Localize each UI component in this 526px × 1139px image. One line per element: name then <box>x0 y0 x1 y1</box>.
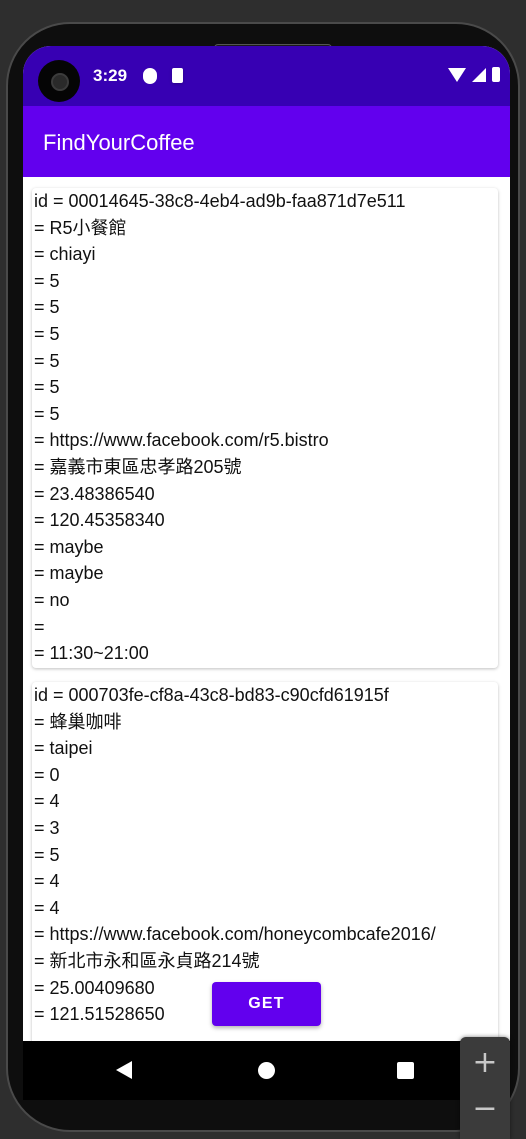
zoom-in-button[interactable]: + <box>460 1039 510 1087</box>
cafe-field-text: = maybe <box>34 536 104 557</box>
cafe-field-text: = no <box>34 589 70 610</box>
cafe-field-text: = https://www.facebook.com/r5.bistro <box>34 430 329 451</box>
cafe-field-text: = maybe <box>34 563 104 584</box>
cafe-field-text: = 5 <box>34 377 60 398</box>
cafe-field-text: = 5 <box>34 350 60 371</box>
cafe-field-text: = chiayi <box>34 244 96 265</box>
cafe-field-text: = 蜂巢咖啡 <box>34 711 122 732</box>
cafe-field-text: = 3 <box>34 817 60 838</box>
cafe-field-text: = 新北市永和區永貞路214號 <box>34 950 260 971</box>
cafe-field-text: = 23.48386540 <box>34 483 155 504</box>
app-title: FindYourCoffee <box>43 130 195 155</box>
cafe-field-text: = 5 <box>34 403 60 424</box>
status-time: 3:29 <box>93 66 128 85</box>
battery-icon <box>492 67 500 82</box>
cafe-field-text: = 5 <box>34 323 60 344</box>
cafe-field-text: = 5 <box>34 297 60 318</box>
navigation-bar <box>23 1041 510 1100</box>
sd-card-icon <box>172 68 183 83</box>
home-icon[interactable] <box>258 1062 275 1079</box>
cafe-field-text: = 120.45358340 <box>34 510 165 531</box>
wifi-icon <box>448 68 466 82</box>
signal-icon <box>472 68 486 82</box>
recents-icon[interactable] <box>397 1062 414 1079</box>
cafe-card[interactable]: id = 00014645-38c8-4eb4-ad9b-faa871d7e51… <box>32 188 498 668</box>
cafe-field-text: = <box>34 616 45 637</box>
cafe-field-text: = https://www.facebook.com/honeycombcafe… <box>34 924 436 945</box>
cafe-card-lines: id = 000703fe-cf8a-43c8-bd83-c90cfd61915… <box>32 682 498 1028</box>
status-icons <box>448 67 500 82</box>
cafe-field-text: = 5 <box>34 270 60 291</box>
emulator-zoom-controls: + − <box>460 1037 510 1139</box>
zoom-out-button[interactable]: − <box>460 1085 510 1133</box>
notification-icon <box>143 68 157 84</box>
cafe-list[interactable]: id = 00014645-38c8-4eb4-ad9b-faa871d7e51… <box>23 177 510 1041</box>
phone-screen: 3:29 FindYourCoffee id = 00014645-38c8-4… <box>23 46 510 1100</box>
cafe-id-text: id = 000703fe-cf8a-43c8-bd83-c90cfd61915… <box>34 685 389 705</box>
cafe-id-text: id = 00014645-38c8-4eb4-ad9b-faa871d7e51… <box>34 191 406 211</box>
get-button[interactable]: GET <box>212 982 321 1026</box>
front-camera <box>38 60 80 102</box>
cafe-field-text: = 4 <box>34 871 60 892</box>
device-frame: 3:29 FindYourCoffee id = 00014645-38c8-4… <box>0 0 526 1139</box>
back-icon[interactable] <box>116 1061 132 1079</box>
cafe-field-text: = 4 <box>34 897 60 918</box>
cafe-field-text: = 11:30~21:00 <box>34 643 149 664</box>
cafe-field-text: = R5小餐館 <box>34 217 127 238</box>
cafe-field-text: = 5 <box>34 844 60 865</box>
cafe-card-lines: id = 00014645-38c8-4eb4-ad9b-faa871d7e51… <box>32 188 498 667</box>
app-bar: FindYourCoffee <box>23 106 510 177</box>
cafe-field-text: = taipei <box>34 738 93 759</box>
cafe-field-text: = 4 <box>34 791 60 812</box>
status-bar: 3:29 <box>23 46 510 106</box>
cafe-field-text: = 嘉義市東區忠孝路205號 <box>34 456 242 477</box>
cafe-field-text: = 0 <box>34 764 60 785</box>
